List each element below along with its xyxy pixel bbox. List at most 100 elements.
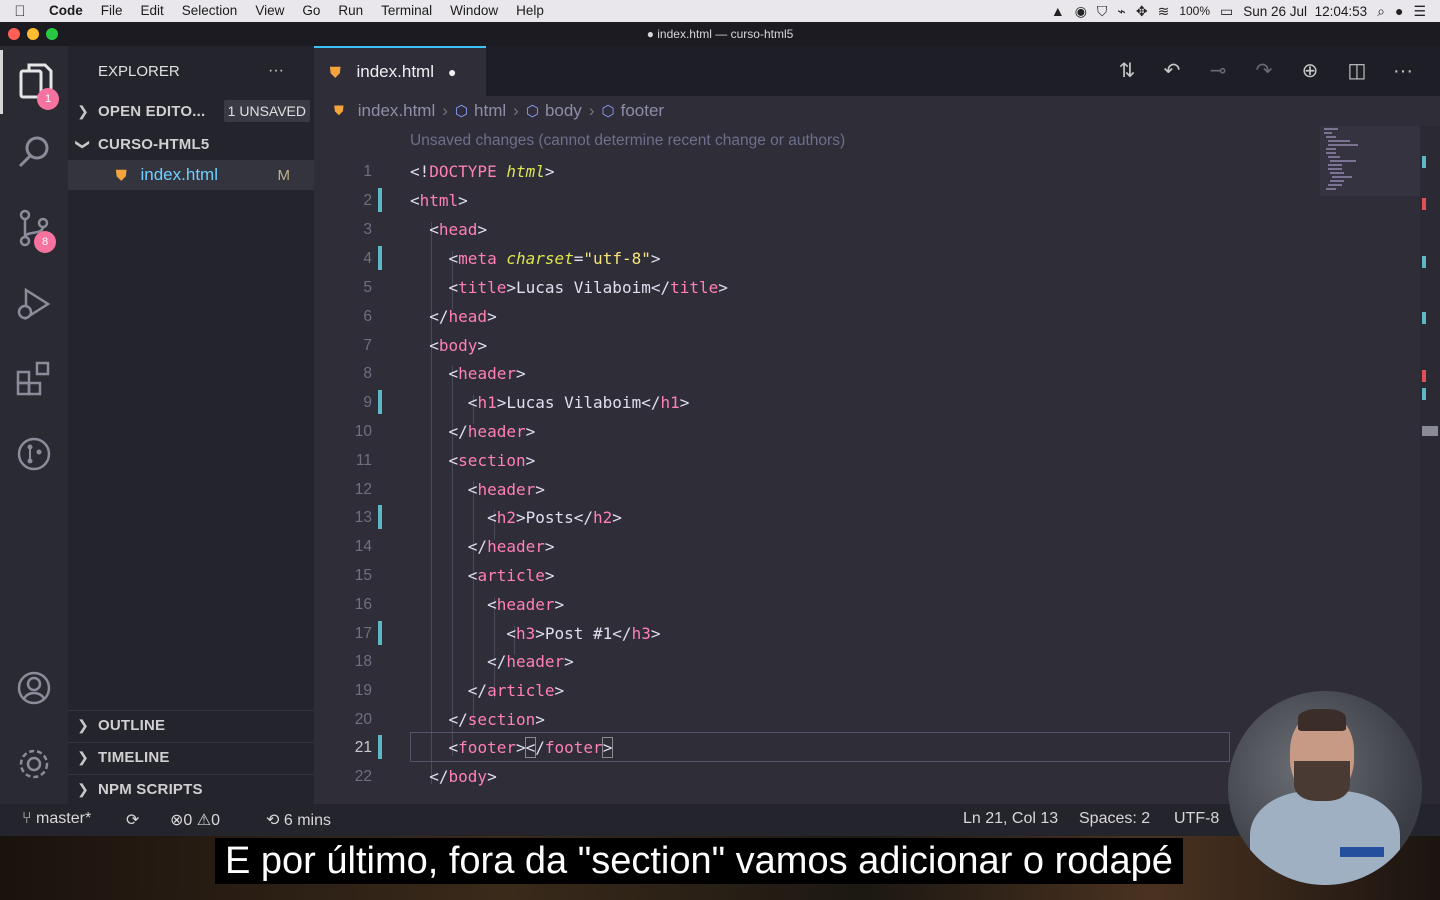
extensions-activity[interactable] xyxy=(0,346,68,410)
apple-icon[interactable]:  xyxy=(0,3,40,20)
breadcrumb-body[interactable]: body xyxy=(545,101,582,121)
chevron-right-icon: › xyxy=(588,101,595,120)
code-line[interactable]: 15 <article> xyxy=(314,561,1324,590)
siri-icon[interactable]: ● xyxy=(1395,3,1403,19)
file-item-index-html[interactable]: ⛊ index.html M xyxy=(68,160,314,190)
code-line[interactable]: 8 <header> xyxy=(314,359,1324,388)
menu-selection[interactable]: Selection xyxy=(173,0,247,22)
menu-edit[interactable]: Edit xyxy=(132,0,173,22)
unsaved-count-badge: 1 UNSAVED xyxy=(223,100,310,122)
code-line[interactable]: 16 <header> xyxy=(314,590,1324,619)
code-line[interactable]: 17 <h3>Post #1</h3> xyxy=(314,619,1324,648)
breadcrumb-file[interactable]: index.html xyxy=(358,101,435,121)
code-line[interactable]: 4 <meta charset="utf-8"> xyxy=(314,244,1324,273)
scrollbar-thumb[interactable] xyxy=(1422,426,1438,436)
explorer-sidebar: EXPLORER ··· ❯ OPEN EDITO... 1 UNSAVED ❯… xyxy=(68,46,314,804)
code-line[interactable]: 19 </article> xyxy=(314,676,1324,705)
explorer-activity[interactable]: 1 xyxy=(0,50,68,114)
wifi-icon[interactable]: ≋ xyxy=(1158,3,1170,20)
code-line[interactable]: 1 <!DOCTYPE html> xyxy=(314,157,1324,186)
timeline-section[interactable]: ❯ TIMELINE xyxy=(68,742,314,772)
code-line[interactable]: 6 </head> xyxy=(314,302,1324,331)
menu-run[interactable]: Run xyxy=(329,0,372,22)
source-control-activity[interactable]: 8 xyxy=(0,196,68,260)
vlc-icon[interactable]: ▲ xyxy=(1051,3,1065,19)
code-line[interactable]: 20 </section> xyxy=(314,705,1324,734)
clock[interactable]: Sun 26 Jul 12:04:53 xyxy=(1243,4,1367,19)
menu-terminal[interactable]: Terminal xyxy=(372,0,441,22)
more-actions-icon[interactable]: ··· xyxy=(1390,58,1416,84)
tab-index-html[interactable]: ⛊ index.html ● xyxy=(314,46,486,96)
code-line[interactable]: 14 </header> xyxy=(314,532,1324,561)
overview-ruler-mark xyxy=(1422,156,1426,168)
power-icon[interactable]: ⌁ xyxy=(1117,3,1125,20)
coding-time: 6 mins xyxy=(283,812,331,829)
code-line[interactable]: 3 <head> xyxy=(314,215,1324,244)
breadcrumb-footer[interactable]: footer xyxy=(621,101,664,121)
code-line[interactable]: 10 </header> xyxy=(314,417,1324,446)
code-line[interactable]: 2 <html> xyxy=(314,186,1324,215)
move-icon[interactable]: ✥ xyxy=(1136,3,1148,20)
code-line[interactable]: 9 <h1>Lucas Vilaboim</h1> xyxy=(314,388,1324,417)
menu-app-name[interactable]: Code xyxy=(40,0,92,22)
search-icon xyxy=(18,136,49,168)
git-change-marker xyxy=(378,735,382,759)
screen-record-icon[interactable]: ◉ xyxy=(1075,3,1087,20)
go-forward-icon[interactable]: ↷ xyxy=(1251,58,1277,84)
html5-file-icon: ⛊ xyxy=(330,63,341,80)
menu-window[interactable]: Window xyxy=(441,0,507,22)
git-change-marker xyxy=(378,390,382,414)
sync-icon[interactable]: ⟳ xyxy=(126,810,139,830)
manage-activity[interactable] xyxy=(0,732,68,796)
run-debug-activity[interactable] xyxy=(0,272,68,336)
git-codelens[interactable]: Unsaved changes (cannot determine recent… xyxy=(410,132,845,150)
unsaved-dot-icon[interactable]: ● xyxy=(448,64,456,80)
code-line[interactable]: 12 <header> xyxy=(314,475,1324,504)
code-line[interactable]: 5 <title>Lucas Vilaboim</title> xyxy=(314,273,1324,302)
line-number: 9 xyxy=(363,394,372,411)
indentation[interactable]: Spaces: 2 xyxy=(1079,810,1150,828)
breadcrumb-html[interactable]: html xyxy=(474,101,506,121)
compare-changes-icon[interactable]: ⇅ xyxy=(1114,58,1140,84)
open-editors-section[interactable]: ❯ OPEN EDITO... 1 UNSAVED xyxy=(68,98,314,124)
outline-section[interactable]: ❯ OUTLINE xyxy=(68,710,314,740)
explorer-more-actions[interactable]: ··· xyxy=(268,62,284,80)
code-editor[interactable]: Unsaved changes (cannot determine recent… xyxy=(314,126,1440,804)
folder-section[interactable]: ❯ CURSO-HTML5 xyxy=(68,131,314,157)
branch-item[interactable]: ⑂ master* xyxy=(22,810,91,828)
split-editor-icon[interactable]: ◫ xyxy=(1344,58,1370,84)
menubar-status-area: ▲ ◉ ⛉ ⌁ ✥ ≋ 100% ▭ Sun 26 Jul 12:04:53 ⌕… xyxy=(1051,0,1440,22)
spotlight-search-icon[interactable]: ⌕ xyxy=(1377,3,1385,20)
code-line-current[interactable]: 21 <footer></footer> xyxy=(314,733,1324,762)
menu-view[interactable]: View xyxy=(246,0,293,22)
code-line[interactable]: 18 </header> xyxy=(314,647,1324,676)
error-count: 0 xyxy=(183,812,193,829)
go-back-icon[interactable]: ↶ xyxy=(1159,58,1185,84)
line-number: 11 xyxy=(355,452,372,469)
chevron-right-icon: ❯ xyxy=(77,781,89,797)
minimap[interactable] xyxy=(1320,126,1420,196)
shield-icon[interactable]: ⛉ xyxy=(1097,3,1108,20)
menu-help[interactable]: Help xyxy=(507,0,553,22)
encoding[interactable]: UTF-8 xyxy=(1174,810,1219,828)
wakatime-item[interactable]: ⟲ 6 mins xyxy=(266,810,331,830)
npm-scripts-section[interactable]: ❯ NPM SCRIPTS xyxy=(68,774,314,804)
commit-icon[interactable]: ⊸ xyxy=(1205,58,1231,84)
code-line[interactable]: 7 <body> xyxy=(314,331,1324,360)
editor-scrollbar[interactable] xyxy=(1420,126,1440,804)
battery-icon[interactable]: ▭ xyxy=(1220,3,1233,20)
accounts-activity[interactable] xyxy=(0,656,68,720)
git-graph-icon xyxy=(17,437,51,471)
problems-item[interactable]: ⊗0 ⚠0 xyxy=(170,810,220,830)
git-graph-toolbar-icon[interactable]: ⊕ xyxy=(1297,58,1323,84)
code-line[interactable]: 11 <section> xyxy=(314,446,1324,475)
code-line[interactable]: 13 <h2>Posts</h2> xyxy=(314,503,1324,532)
menu-file[interactable]: File xyxy=(92,0,132,22)
search-activity[interactable] xyxy=(0,120,68,184)
cursor-position[interactable]: Ln 21, Col 13 xyxy=(963,810,1058,828)
line-number: 8 xyxy=(363,365,372,382)
menu-go[interactable]: Go xyxy=(293,0,329,22)
code-line[interactable]: 22 </body> xyxy=(314,762,1324,791)
notification-center-icon[interactable]: ☰ xyxy=(1413,3,1426,20)
git-graph-activity[interactable] xyxy=(0,422,68,486)
